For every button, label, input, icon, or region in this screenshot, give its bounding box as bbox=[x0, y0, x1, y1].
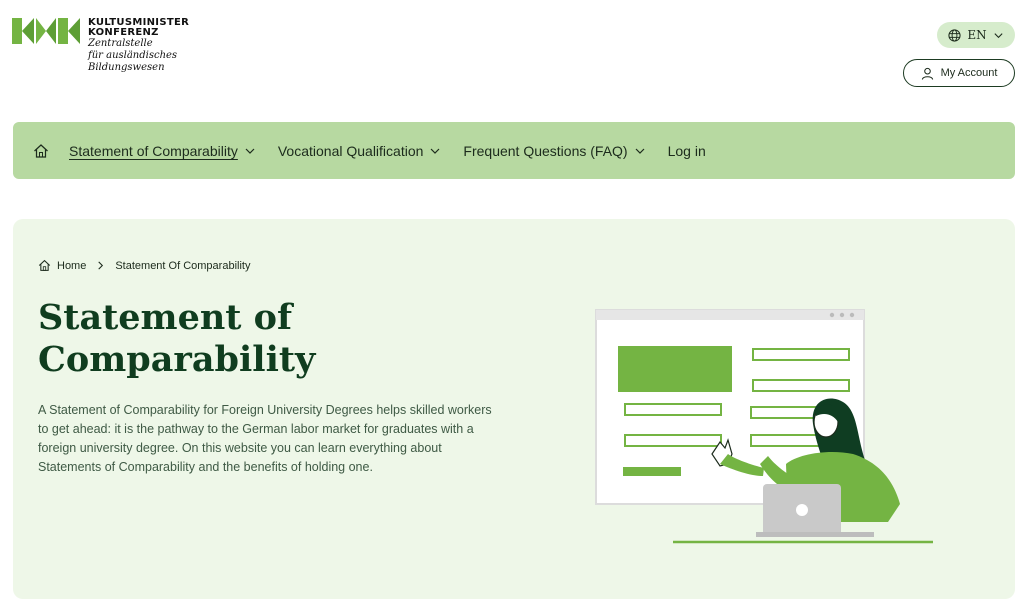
chevron-down-icon bbox=[245, 148, 255, 154]
user-icon bbox=[921, 67, 933, 80]
page-title-line1: Statement of bbox=[38, 297, 293, 338]
breadcrumb-current: Statement Of Comparability bbox=[115, 259, 251, 272]
page-title: Statement of Comparability bbox=[38, 297, 458, 381]
logo-sub-line3: Bildungswesen bbox=[88, 62, 165, 73]
nav-item-statement-of-comparability[interactable]: Statement of Comparability bbox=[69, 143, 256, 159]
chevron-down-icon bbox=[994, 32, 1003, 38]
kmk-logo[interactable]: KULTUSMINISTER KONFERENZ Zentralstelle f… bbox=[12, 18, 189, 74]
nav-item-login[interactable]: Log in bbox=[668, 143, 706, 159]
globe-icon bbox=[948, 28, 961, 42]
language-value: EN bbox=[967, 28, 987, 42]
hero-description: A Statement of Comparability for Foreign… bbox=[38, 403, 492, 474]
chevron-down-icon bbox=[430, 148, 440, 154]
breadcrumb-home-link[interactable]: Home bbox=[57, 260, 86, 272]
nav-item-vocational-qualification[interactable]: Vocational Qualification bbox=[278, 143, 442, 159]
chevron-right-icon bbox=[98, 261, 104, 270]
kmk-logo-mark-icon bbox=[12, 18, 80, 44]
language-selector[interactable]: EN bbox=[937, 22, 1015, 48]
breadcrumb: Home Statement Of Comparability bbox=[38, 259, 250, 272]
home-icon bbox=[38, 259, 51, 271]
nav-item-label: Statement of Comparability bbox=[69, 142, 238, 159]
nav-item-label: Vocational Qualification bbox=[277, 142, 424, 159]
logo-title-line2: KONFERENZ bbox=[88, 27, 159, 38]
my-account-button[interactable]: My Account bbox=[903, 59, 1015, 87]
nav-item-faq[interactable]: Frequent Questions (FAQ) bbox=[463, 143, 645, 159]
chevron-down-icon bbox=[635, 148, 645, 154]
logo-sub-line2: für ausländisches bbox=[88, 50, 178, 61]
woman-presenting-illustration bbox=[595, 309, 933, 544]
my-account-label: My Account bbox=[940, 67, 998, 79]
hero-section: Home Statement Of Comparability Statemen… bbox=[13, 219, 1015, 599]
main-nav: Statement of Comparability Vocational Qu… bbox=[13, 122, 1015, 179]
nav-item-label: Log in bbox=[667, 142, 706, 159]
logo-text: KULTUSMINISTER KONFERENZ Zentralstelle f… bbox=[88, 18, 189, 74]
nav-item-label: Frequent Questions (FAQ) bbox=[463, 142, 628, 159]
site-header: KULTUSMINISTER KONFERENZ Zentralstelle f… bbox=[0, 0, 1024, 110]
page-title-line2: Comparability bbox=[38, 339, 316, 380]
nav-home-link[interactable] bbox=[31, 141, 51, 161]
home-icon bbox=[34, 143, 48, 158]
logo-sub-line1: Zentralstelle bbox=[88, 38, 153, 49]
